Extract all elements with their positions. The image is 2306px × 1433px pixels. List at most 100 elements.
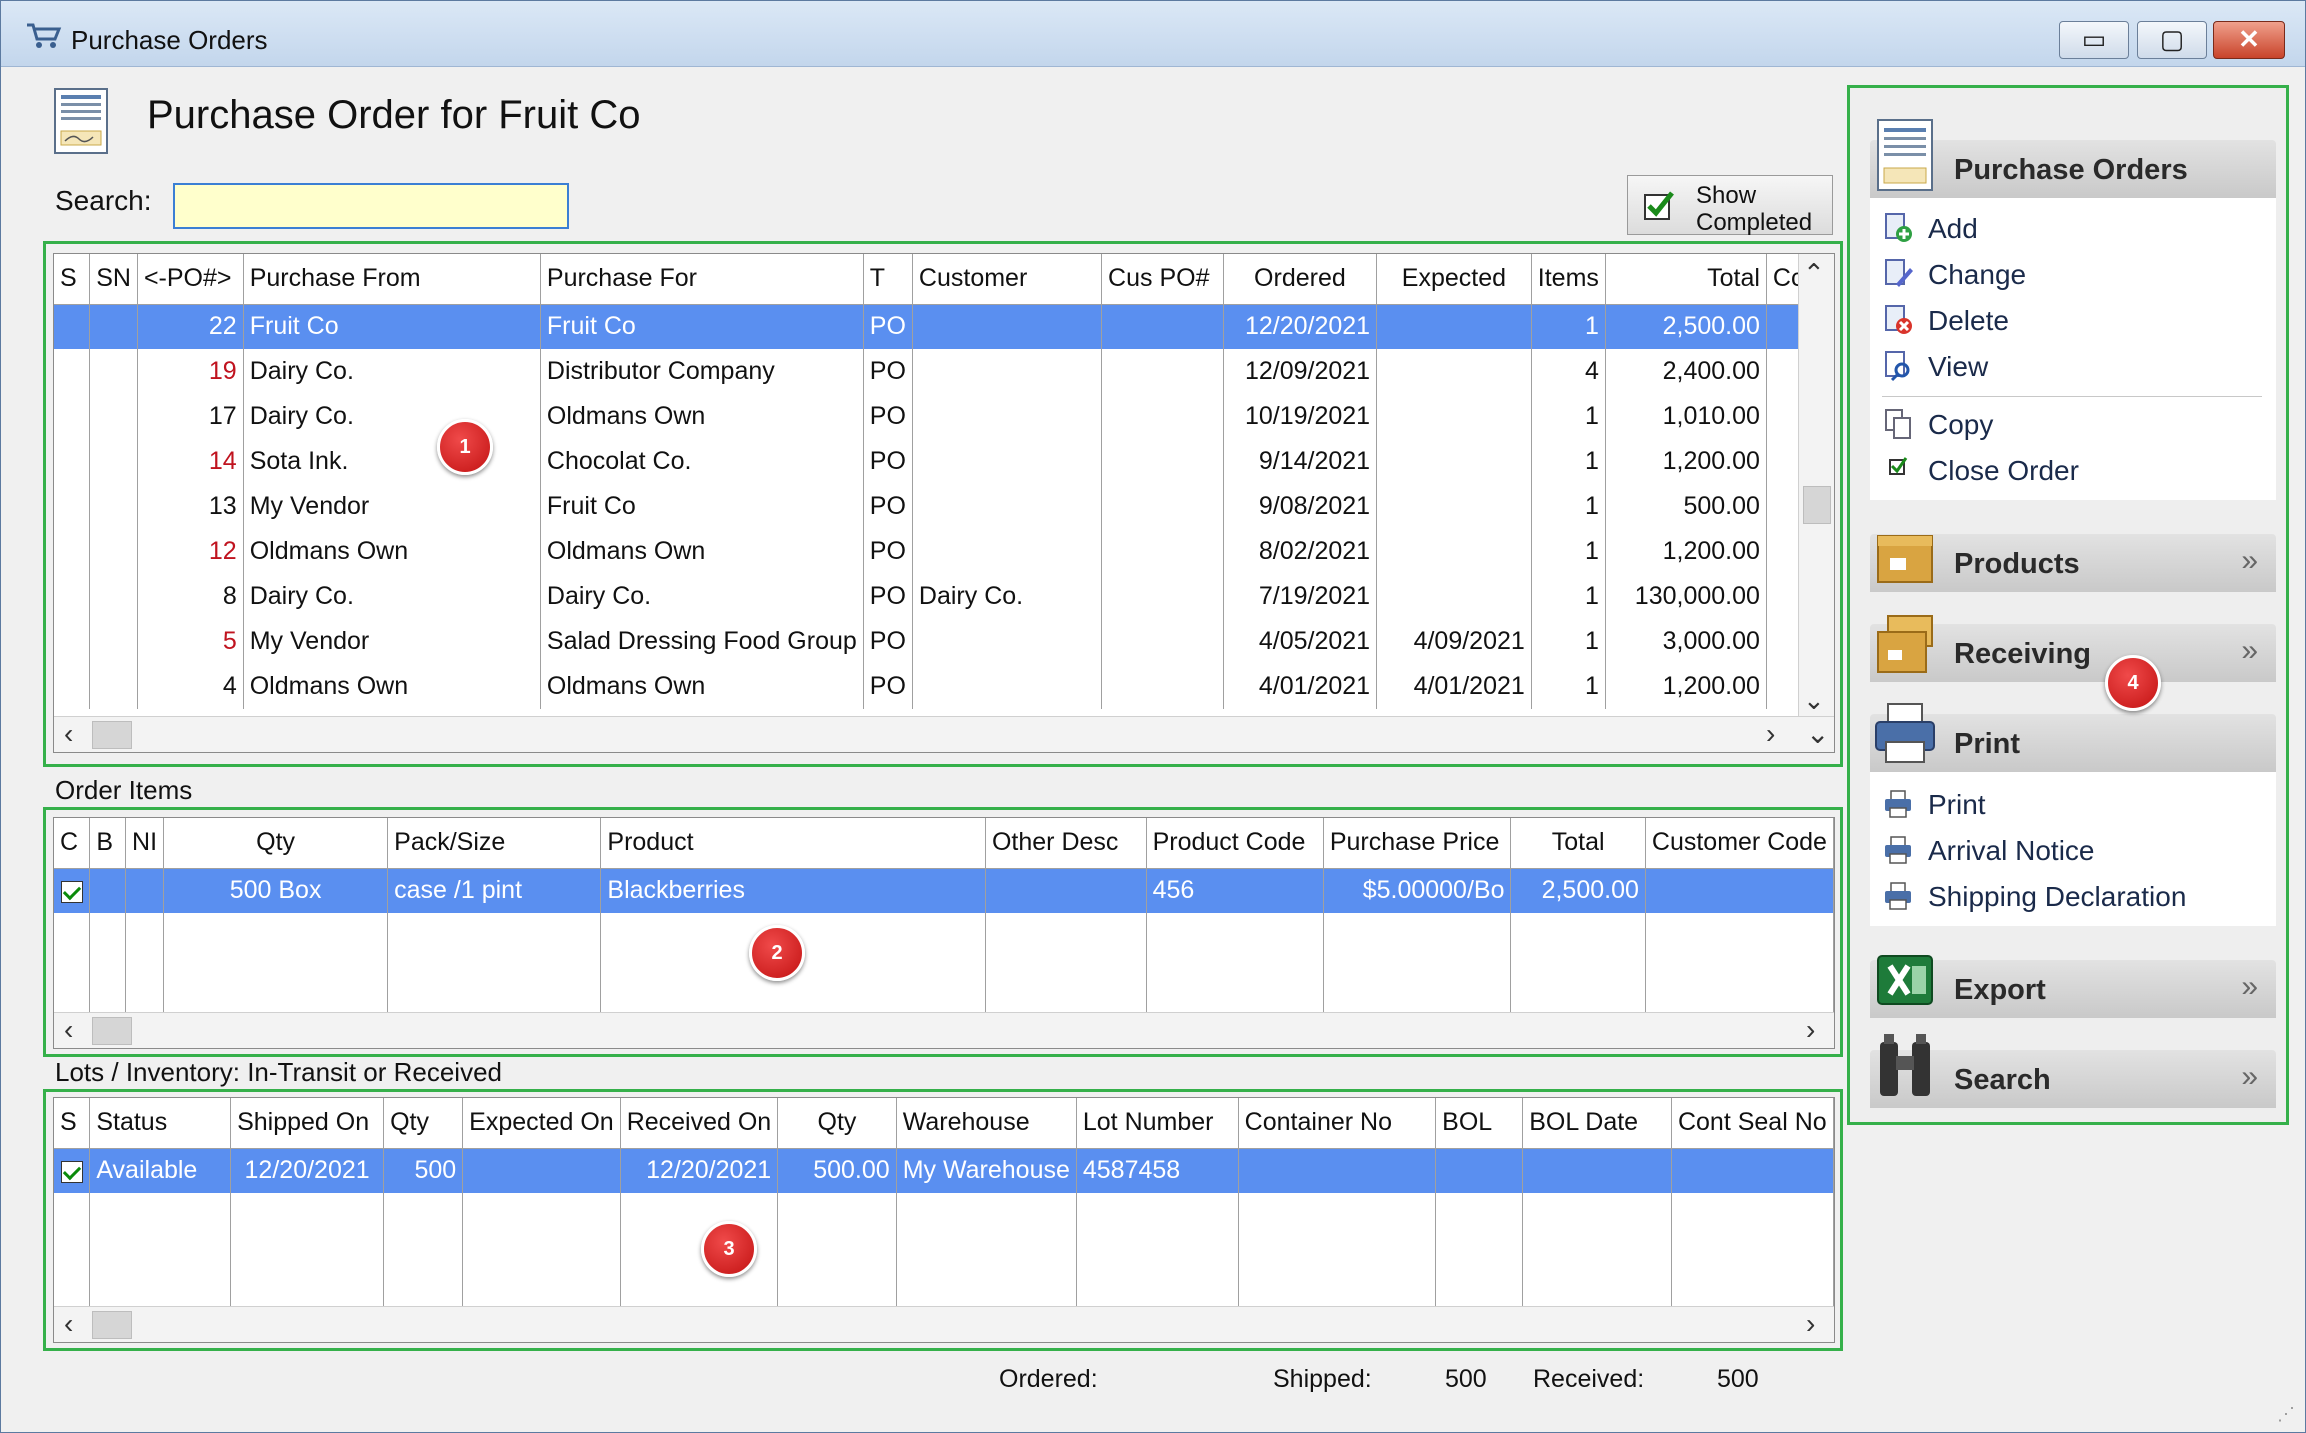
col-items[interactable]: Items: [1531, 254, 1606, 305]
scroll-right-icon[interactable]: ›: [1806, 1307, 1815, 1341]
shipping-declaration-button[interactable]: Shipping Declaration: [1870, 874, 2276, 918]
lots-header: S Status Shipped On Qty Expected On Rece…: [54, 1098, 1834, 1149]
col-purchase-for[interactable]: Purchase For: [540, 254, 864, 305]
col-received-on[interactable]: Received On: [620, 1098, 779, 1149]
print-group-header[interactable]: Print: [1870, 703, 2276, 772]
table-row[interactable]: 22 Fruit Co Fruit Co PO 12/20/2021 1 2,500.00: [54, 304, 1834, 349]
col-total[interactable]: Total: [1510, 818, 1646, 869]
col-po-number[interactable]: <-PO#>: [137, 254, 244, 305]
col-warehouse[interactable]: Warehouse: [896, 1098, 1077, 1149]
col-type[interactable]: T: [863, 254, 913, 305]
print-button[interactable]: Print: [1870, 782, 2276, 826]
col-product-code[interactable]: Product Code: [1146, 818, 1324, 869]
scroll-down-icon[interactable]: ⌄: [1806, 717, 1829, 751]
order-items-grid[interactable]: C B NI Qty Pack/Size Product Other Desc …: [53, 817, 1835, 1049]
scroll-left-icon[interactable]: ‹: [64, 717, 73, 751]
purchase-orders-group-header[interactable]: Purchase Orders: [1870, 119, 2276, 198]
copy-button[interactable]: Copy: [1870, 402, 2276, 446]
col-b[interactable]: B: [89, 818, 127, 869]
order-items-horizontal-scrollbar[interactable]: ‹ ›: [54, 1012, 1834, 1048]
col-status[interactable]: Status: [89, 1098, 232, 1149]
add-button[interactable]: Add: [1870, 206, 2276, 250]
table-row[interactable]: 13 My Vendor Fruit Co PO 9/08/2021 1 500.00: [54, 484, 1834, 529]
col-lot-number[interactable]: Lot Number: [1076, 1098, 1239, 1149]
scroll-down-icon[interactable]: ⌄: [1803, 685, 1825, 716]
close-order-button[interactable]: Close Order: [1870, 448, 2276, 492]
col-total[interactable]: Total: [1605, 254, 1767, 305]
view-button[interactable]: View: [1870, 344, 2276, 388]
receiving-group-header[interactable]: Receiving »: [1870, 615, 2276, 682]
col-ordered[interactable]: Ordered: [1223, 254, 1378, 305]
col-other-desc[interactable]: Other Desc: [985, 818, 1147, 869]
col-qty-received[interactable]: Qty: [777, 1098, 897, 1149]
delete-button[interactable]: Delete: [1870, 298, 2276, 342]
minimize-button[interactable]: ▭: [2059, 21, 2129, 59]
col-purchase-price[interactable]: Purchase Price: [1323, 818, 1512, 869]
arrival-notice-button[interactable]: Arrival Notice: [1870, 828, 2276, 872]
scroll-right-icon[interactable]: ›: [1806, 1013, 1815, 1047]
col-customer[interactable]: Customer: [912, 254, 1103, 305]
col-container-no[interactable]: Container No: [1238, 1098, 1437, 1149]
chevron-double-down-icon[interactable]: »: [2241, 634, 2258, 668]
col-customer-code[interactable]: Customer Code: [1645, 818, 1834, 869]
po-grid-vertical-scrollbar[interactable]: ⌃ ⌄: [1798, 254, 1834, 716]
col-expected-on[interactable]: Expected On: [462, 1098, 621, 1149]
purchase-from-cell: Fruit Co: [243, 304, 541, 349]
col-product[interactable]: Product: [600, 818, 986, 869]
table-row[interactable]: 8 Dairy Co. Dairy Co. PO Dairy Co. 7/19/2021 1…: [54, 574, 1834, 619]
col-qty[interactable]: Qty: [383, 1098, 464, 1149]
expected-cell: [1376, 574, 1532, 619]
chevron-double-down-icon[interactable]: »: [2241, 544, 2258, 578]
chevron-double-down-icon[interactable]: »: [2241, 970, 2258, 1004]
show-completed-button[interactable]: Show Completed: [1627, 175, 1833, 236]
po-grid-horizontal-scrollbar[interactable]: ‹ › ⌄: [54, 716, 1834, 752]
col-ni[interactable]: NI: [125, 818, 165, 869]
maximize-button[interactable]: ▢: [2137, 21, 2207, 59]
s-cell: [54, 664, 91, 709]
table-row[interactable]: 12 Oldmans Own Oldmans Own PO 8/02/2021 1 1,20…: [54, 529, 1834, 574]
col-cus-po[interactable]: Cus PO#: [1101, 254, 1224, 305]
table-row[interactable]: 5 My Vendor Salad Dressing Food Group PO 4/0…: [54, 619, 1834, 664]
col-bol-date[interactable]: BOL Date: [1522, 1098, 1672, 1149]
scroll-thumb[interactable]: [92, 1311, 132, 1339]
chevron-double-down-icon[interactable]: »: [2241, 1060, 2258, 1094]
scroll-thumb[interactable]: [92, 721, 132, 749]
table-row[interactable]: Available 12/20/2021 500 12/20/2021 500.…: [54, 1148, 1834, 1194]
products-group-header[interactable]: Products »: [1870, 534, 2276, 592]
scroll-thumb[interactable]: [92, 1017, 132, 1045]
table-row[interactable]: 17 Dairy Co. Oldmans Own PO 10/19/2021 1 1,010…: [54, 394, 1834, 439]
po-grid[interactable]: S SN <-PO#> Purchase From Purchase For T…: [53, 253, 1835, 753]
lots-horizontal-scrollbar[interactable]: ‹ ›: [54, 1306, 1834, 1342]
change-button[interactable]: Change: [1870, 252, 2276, 296]
col-bol[interactable]: BOL: [1435, 1098, 1524, 1149]
close-button[interactable]: ✕: [2213, 21, 2285, 59]
scroll-right-icon[interactable]: ›: [1766, 717, 1775, 751]
scroll-left-icon[interactable]: ‹: [64, 1307, 73, 1341]
print-group-body: Print Arrival Notice Shipping Declaratio…: [1870, 772, 2276, 926]
col-sn[interactable]: SN: [89, 254, 138, 305]
scroll-thumb[interactable]: [1803, 486, 1831, 524]
col-s[interactable]: S: [54, 254, 91, 305]
table-row[interactable]: 500 Box case /1 pint Blackberries 456 $5…: [54, 868, 1834, 913]
s-cell[interactable]: [54, 1148, 91, 1194]
lots-grid[interactable]: S Status Shipped On Qty Expected On Rece…: [53, 1097, 1835, 1343]
col-cont-seal-no[interactable]: Cont Seal No: [1671, 1098, 1834, 1149]
search-group-header[interactable]: Search »: [1870, 1034, 2276, 1108]
col-purchase-from[interactable]: Purchase From: [243, 254, 541, 305]
col-qty[interactable]: Qty: [163, 818, 389, 869]
col-s[interactable]: S: [54, 1098, 91, 1149]
scroll-up-icon[interactable]: ⌃: [1803, 258, 1825, 289]
col-pack-size[interactable]: Pack/Size: [387, 818, 602, 869]
table-row[interactable]: 19 Dairy Co. Distributor Company PO 12/09/20…: [54, 349, 1834, 394]
table-row[interactable]: 14 Sota Ink. Chocolat Co. PO 9/14/2021 1 1,200…: [54, 439, 1834, 484]
expected-cell: [1376, 439, 1532, 484]
col-expected[interactable]: Expected: [1376, 254, 1532, 305]
search-input[interactable]: [173, 183, 569, 229]
c-cell[interactable]: [54, 868, 91, 913]
export-group-header[interactable]: Export »: [1870, 955, 2276, 1018]
scroll-left-icon[interactable]: ‹: [64, 1013, 73, 1047]
col-shipped-on[interactable]: Shipped On: [230, 1098, 385, 1149]
resize-grip-icon[interactable]: ⋰: [2277, 1404, 2297, 1424]
table-row[interactable]: 4 Oldmans Own Oldmans Own PO 4/01/2021 4/01/2…: [54, 664, 1834, 709]
col-c[interactable]: C: [54, 818, 91, 869]
